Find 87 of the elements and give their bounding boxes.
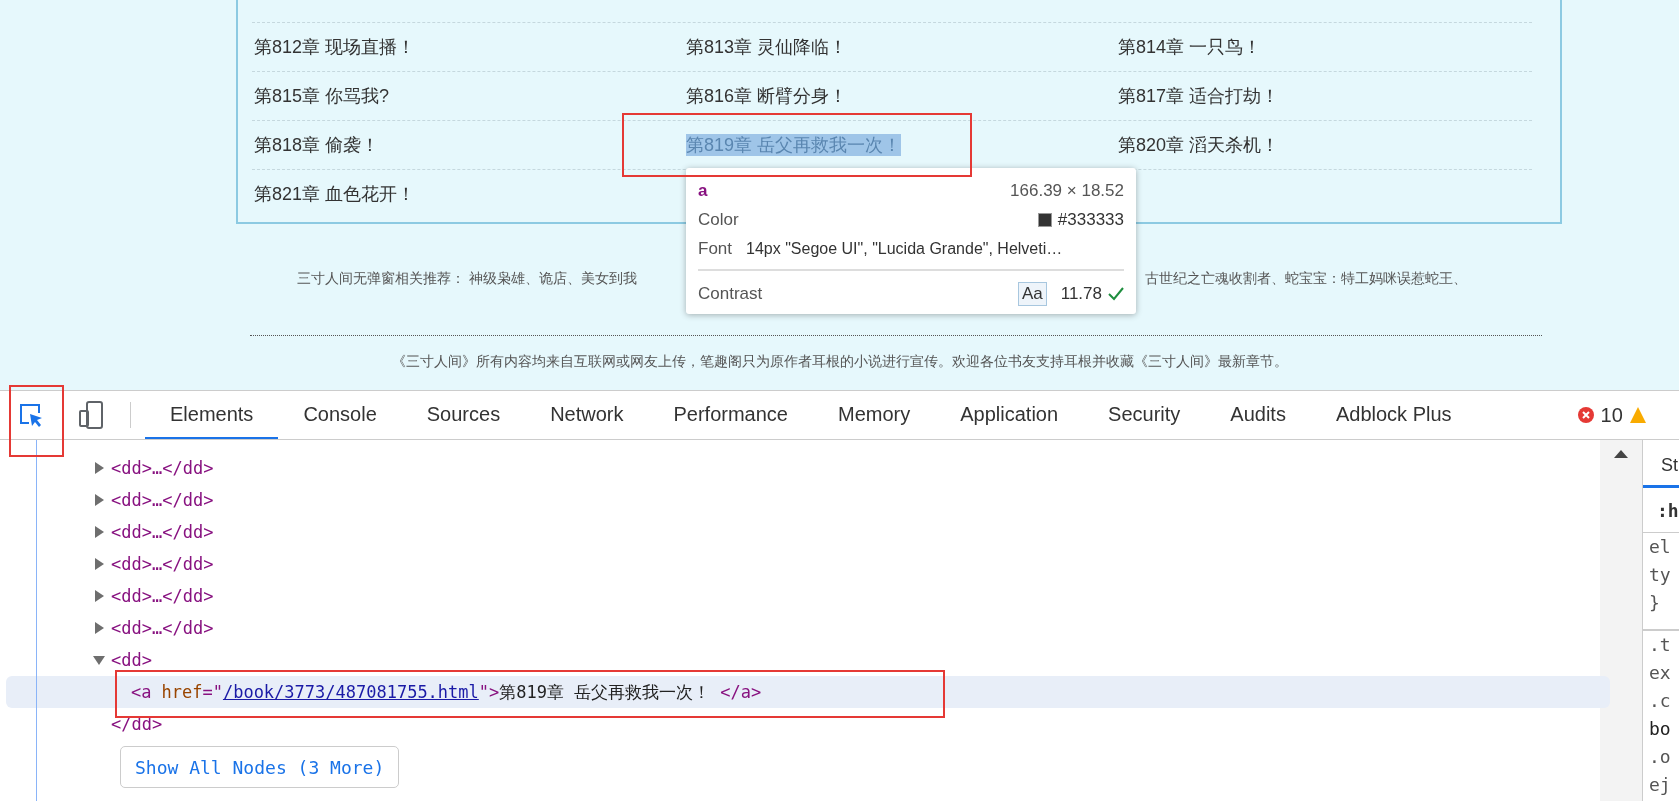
contrast-sample: Aa <box>1017 281 1047 306</box>
annotation-frame <box>9 385 64 457</box>
collapsed-ellipsis[interactable]: … <box>151 586 163 606</box>
dom-tag[interactable]: <dd> <box>111 618 152 638</box>
devtools-tab[interactable]: Adblock Plus <box>1310 391 1477 439</box>
dom-tag[interactable]: </dd> <box>162 554 214 574</box>
scroll-up-icon[interactable] <box>1614 450 1628 458</box>
expand-triangle-icon[interactable] <box>93 590 105 602</box>
node-text: 第819章 岳父再救我一次！ <box>499 680 711 704</box>
devtools-tab[interactable]: Audits <box>1205 391 1311 439</box>
show-all-nodes-button[interactable]: Show All Nodes (3 More) <box>120 746 400 788</box>
dom-tag[interactable]: <dd> <box>111 490 152 510</box>
device-icon[interactable] <box>78 401 104 429</box>
chapter-link[interactable]: 第817章 适合打劫！ <box>1118 85 1280 107</box>
element-tag: a <box>698 180 708 201</box>
collapsed-ellipsis[interactable]: … <box>151 522 163 542</box>
color-value: #333333 <box>1057 209 1124 230</box>
contrast-label: Contrast <box>698 283 763 304</box>
error-count[interactable]: 10 <box>1600 403 1623 427</box>
recommend-text: 古世纪之亡魂收割者、蛇宝宝：特工妈咪误惹蛇王、 <box>1145 270 1467 288</box>
font-value: 14px "Segoe UI", "Lucida Grande", Helveti… <box>746 239 1063 258</box>
attr-punct: =" <box>202 682 223 702</box>
chapter-link[interactable]: 第813章 灵仙降临！ <box>686 36 848 58</box>
font-label: Font <box>698 238 733 259</box>
dom-tag: <a <box>131 682 152 702</box>
dom-tag[interactable]: </dd> <box>162 522 214 542</box>
attr-name: href <box>161 682 203 702</box>
chapter-link[interactable]: 第816章 断臂分身！ <box>686 85 848 107</box>
dom-tag[interactable]: </dd> <box>162 586 214 606</box>
devtools-tab[interactable]: Performance <box>648 391 813 439</box>
dom-tag[interactable]: <dd> <box>111 586 152 606</box>
style-rule-text: ej <box>1648 773 1672 797</box>
devtools-tab[interactable]: Application <box>935 391 1084 439</box>
contrast-value: 11.78 <box>1060 283 1102 304</box>
color-swatch <box>1037 212 1052 227</box>
dom-tag[interactable]: </dd> <box>111 714 163 734</box>
expand-triangle-icon[interactable] <box>93 526 105 538</box>
dom-tag[interactable]: </dd> <box>162 490 214 510</box>
style-rule-text: ex <box>1648 661 1672 685</box>
inspect-icon[interactable] <box>18 402 44 428</box>
dom-tag[interactable]: <dd> <box>111 554 152 574</box>
expand-triangle-icon[interactable] <box>93 558 105 570</box>
element-size: 166.39 × 18.52 <box>1010 180 1124 201</box>
expand-triangle-icon[interactable] <box>93 494 105 506</box>
chapter-link[interactable]: 第812章 现场直播！ <box>254 36 416 58</box>
devtools-tab[interactable]: Security <box>1083 391 1206 439</box>
attr-punct: "> <box>478 682 500 702</box>
dom-node-row[interactable]: <a href="/book/3773/487081755.html">第819章 岳父再救我一次！ </a> <box>6 676 1610 708</box>
dom-tag[interactable]: <dd> <box>111 458 152 478</box>
chapter-link[interactable]: 第821章 血色花开！ <box>254 183 416 205</box>
style-rule-text: } <box>1648 591 1661 615</box>
expand-triangle-icon[interactable] <box>93 462 105 474</box>
dom-tag: </a> <box>720 682 762 702</box>
devtools-tab[interactable]: Sources <box>401 391 526 439</box>
collapsed-ellipsis[interactable]: … <box>151 554 163 574</box>
error-icon[interactable] <box>1576 406 1595 424</box>
devtools-tab[interactable]: Memory <box>813 391 936 439</box>
style-rule-text: el <box>1648 535 1672 559</box>
style-rule-text: .t <box>1643 629 1679 659</box>
scrollbar[interactable] <box>1600 440 1642 801</box>
dom-tag[interactable]: </dd> <box>162 618 214 638</box>
chapter-link[interactable]: 第820章 滔天杀机！ <box>1118 134 1280 156</box>
styles-filter-text: :h <box>1657 499 1679 521</box>
style-rule-text: ty <box>1648 563 1672 587</box>
collapsed-ellipsis[interactable]: … <box>151 458 163 478</box>
style-rule-text: bo <box>1648 717 1672 741</box>
devtools-tab[interactable]: Network <box>525 391 649 439</box>
recommend-text: 三寸人间无弹窗相关推荐： 神级枭雄、诡店、美女到我 <box>297 270 638 288</box>
style-rule-text: .c <box>1648 689 1672 713</box>
dom-tag[interactable]: <dd> <box>111 522 152 542</box>
collapsed-ellipsis[interactable]: … <box>151 618 163 638</box>
style-rule-text: .o <box>1648 745 1672 769</box>
collapsed-ellipsis[interactable]: … <box>151 490 163 510</box>
dom-tag[interactable]: </dd> <box>162 458 214 478</box>
copyright-note: 《三寸人间》所有内容均来自互联网或网友上传，笔趣阁只为原作者耳根的小说进行宣传。欢迎各位书友支持耳根并收藏《三寸人间》最新章节。 <box>390 353 1289 371</box>
expand-triangle-icon[interactable] <box>93 654 105 666</box>
chapter-link[interactable]: 第815章 你骂我? <box>254 85 390 107</box>
checkmark-icon <box>1108 286 1124 301</box>
expand-triangle-icon[interactable] <box>93 622 105 634</box>
devtools-tab[interactable]: Console <box>278 391 402 439</box>
devtools-tab[interactable]: Elements <box>145 391 279 439</box>
href-link[interactable]: /book/3773/487081755.html <box>222 682 479 702</box>
chapter-link[interactable]: 第818章 偷袭！ <box>254 134 380 156</box>
color-label: Color <box>698 209 739 230</box>
chapter-link[interactable]: 第814章 一只鸟！ <box>1118 36 1262 58</box>
styles-tab[interactable]: St <box>1643 440 1679 488</box>
dom-tag[interactable]: <dd> <box>111 650 152 670</box>
